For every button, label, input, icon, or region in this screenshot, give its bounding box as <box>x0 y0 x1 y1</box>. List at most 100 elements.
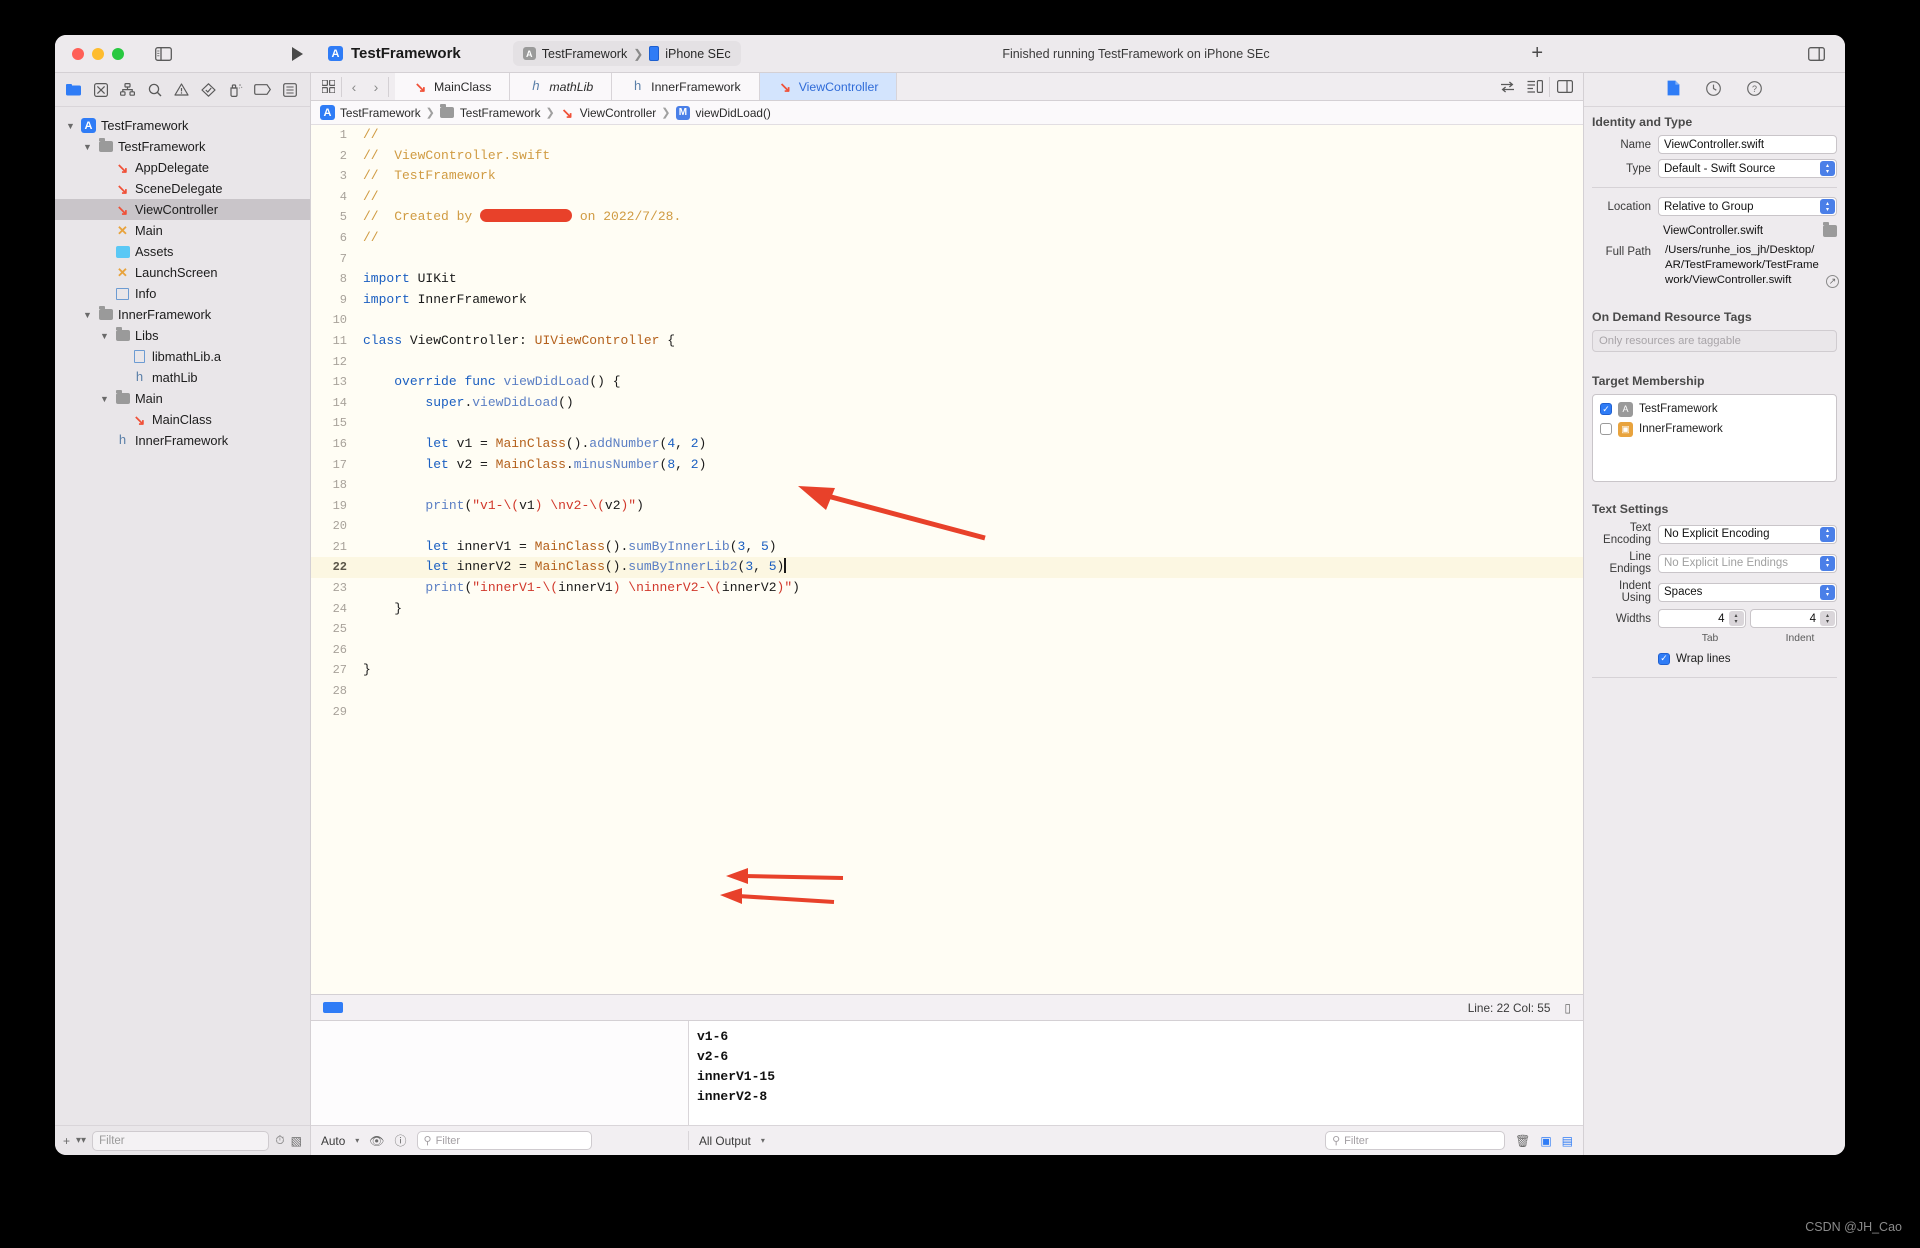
chevron-updown-icon[interactable]: ▴ ▾ <box>1820 199 1835 214</box>
navigator-item[interactable]: Info <box>55 283 310 304</box>
code-line-content[interactable] <box>357 352 371 373</box>
navigator-item[interactable]: h InnerFramework <box>55 430 310 451</box>
code-line[interactable]: 3 // TestFramework <box>311 166 1583 187</box>
code-line-content[interactable]: // TestFramework <box>357 166 496 187</box>
disclosure-triangle-icon[interactable]: ▼ <box>99 394 110 404</box>
location-select[interactable]: Relative to Group <box>1658 197 1837 216</box>
code-line[interactable]: 29 <box>311 702 1583 723</box>
checkbox-checked-icon[interactable]: ✓ <box>1600 403 1612 415</box>
reveal-in-finder-icon[interactable]: ↗ <box>1826 275 1839 288</box>
report-navigator-icon[interactable] <box>277 78 302 102</box>
toggle-console-pane-icon[interactable]: ▤ <box>1562 1134 1573 1148</box>
clear-console-icon[interactable]: 🗑 <box>1515 1134 1530 1148</box>
code-line[interactable]: 4 // <box>311 187 1583 208</box>
code-line[interactable]: 7 <box>311 249 1583 270</box>
editor-tab-viewcontroller[interactable]: ↘ ViewController <box>759 73 898 100</box>
code-line[interactable]: 28 <box>311 681 1583 702</box>
navigator-item[interactable]: ↘ SceneDelegate <box>55 178 310 199</box>
code-line-content[interactable]: let v1 = MainClass().addNumber(4, 2) <box>357 434 706 455</box>
code-line[interactable]: 14 super.viewDidLoad() <box>311 393 1583 414</box>
navigator-item[interactable]: ↘ MainClass <box>55 409 310 430</box>
back-button[interactable]: ‹ <box>344 79 364 95</box>
code-line-content[interactable] <box>357 310 371 331</box>
code-line[interactable]: 10 <box>311 310 1583 331</box>
disclosure-triangle-icon[interactable]: ▼ <box>65 121 76 131</box>
disclosure-triangle-icon[interactable]: ▼ <box>99 331 110 341</box>
code-line[interactable]: 18 <box>311 475 1583 496</box>
debug-navigator-icon[interactable] <box>223 78 248 102</box>
chevron-updown-icon[interactable]: ▴ ▾ <box>1820 161 1835 176</box>
code-line-content[interactable]: override func viewDidLoad() { <box>357 372 620 393</box>
navigator-item[interactable]: ▼ A TestFramework <box>55 115 310 136</box>
code-line-content[interactable]: let innerV2 = MainClass().sumByInnerLib2… <box>357 557 786 578</box>
navigator-item[interactable]: h mathLib <box>55 367 310 388</box>
variables-view[interactable] <box>311 1021 689 1125</box>
info-icon[interactable]: ⓘ <box>395 1132 407 1149</box>
code-line[interactable]: 5 // Created by on 2022/7/28. <box>311 207 1583 228</box>
code-line-content[interactable]: // <box>357 187 379 208</box>
editor-tab-innerframework[interactable]: h InnerFramework <box>612 73 760 100</box>
breadcrumb-item[interactable]: ↘ ViewController <box>560 105 656 120</box>
chevron-updown-icon[interactable]: ▴ ▾ <box>1820 555 1835 571</box>
code-line-content[interactable] <box>357 249 371 270</box>
editor-tabs[interactable]: ↘ MainClass h mathLib h InnerFramework ↘ ViewCo… <box>395 73 1489 100</box>
project-navigator-icon[interactable] <box>61 78 86 102</box>
quick-help-icon[interactable]: ? <box>1747 80 1762 99</box>
code-line[interactable]: 13 override func viewDidLoad() { <box>311 372 1583 393</box>
code-line-content[interactable]: } <box>357 599 402 620</box>
breadcrumb-item[interactable]: A TestFramework <box>320 105 421 120</box>
minimap-icon[interactable] <box>1522 75 1547 99</box>
type-select[interactable]: Default - Swift Source <box>1658 159 1837 178</box>
code-line-content[interactable] <box>357 619 371 640</box>
code-review-icon[interactable] <box>1495 75 1520 99</box>
code-line-content[interactable]: print("v1-\(v1) \nv2-\(v2)") <box>357 496 644 517</box>
code-lines[interactable]: 1 // 2 // ViewController.swift 3 // TestFrame… <box>311 125 1583 722</box>
code-line-content[interactable] <box>357 681 371 702</box>
console-output[interactable]: v1-6 v2-6 innerV1-15 innerV2-8 <box>689 1021 1583 1125</box>
source-control-filter-icon[interactable]: ▧ <box>291 1134 302 1148</box>
code-line[interactable]: 23 print("innerV1-\(innerV1) \ninnerV2-\… <box>311 578 1583 599</box>
disclosure-triangle-icon[interactable]: ▼ <box>82 142 93 152</box>
code-line-content[interactable]: } <box>357 660 371 681</box>
find-navigator-icon[interactable] <box>142 78 167 102</box>
watch-icon[interactable]: 👁 <box>369 1134 384 1148</box>
code-line-content[interactable]: // ViewController.swift <box>357 146 550 167</box>
indent-select[interactable]: Spaces <box>1658 582 1837 602</box>
wrap-lines-toggle[interactable]: ✓ Wrap lines <box>1658 652 1731 665</box>
forward-button[interactable]: › <box>366 79 386 95</box>
endings-select[interactable]: No Explicit Line Endings <box>1658 553 1837 573</box>
file-inspector-icon[interactable] <box>1667 80 1680 99</box>
navigator-item[interactable]: ↘ ViewController <box>55 199 310 220</box>
code-line-content[interactable] <box>357 702 371 723</box>
toggle-inspector-icon[interactable] <box>1803 43 1829 65</box>
code-line[interactable]: 21 let innerV1 = MainClass().sumByInnerL… <box>311 537 1583 558</box>
scheme-destination-chip[interactable]: A TestFramework ❯ iPhone SEc <box>512 41 741 66</box>
run-button[interactable] <box>276 46 318 61</box>
code-line[interactable]: 24 } <box>311 599 1583 620</box>
code-line-content[interactable]: let v2 = MainClass.minusNumber(8, 2) <box>357 455 706 476</box>
navigator-item[interactable]: ↘ AppDelegate <box>55 157 310 178</box>
navigator-item[interactable]: ▼ TestFramework <box>55 136 310 157</box>
tab-width-stepper[interactable]: ▴ ▾ <box>1728 611 1744 626</box>
code-line[interactable]: 26 <box>311 640 1583 661</box>
editor-tab-mathlib[interactable]: h mathLib <box>510 73 613 100</box>
history-inspector-icon[interactable] <box>1706 80 1721 99</box>
filter-options-icon[interactable]: ▾▾ <box>76 1135 86 1146</box>
chevron-updown-icon[interactable]: ▴ ▾ <box>1820 584 1835 600</box>
toggle-navigator-icon[interactable] <box>150 43 176 65</box>
editor-tab-mainclass[interactable]: ↘ MainClass <box>395 73 511 100</box>
navigator-item[interactable]: libmathLib.a <box>55 346 310 367</box>
code-line[interactable]: 9 import InnerFramework <box>311 290 1583 311</box>
code-line[interactable]: 8 import UIKit <box>311 269 1583 290</box>
variables-scope-label[interactable]: Auto <box>321 1134 345 1148</box>
odrt-field[interactable]: Only resources are taggable <box>1592 330 1837 352</box>
recent-files-icon[interactable]: ⏱ <box>275 1133 284 1148</box>
navigator-filter-input[interactable]: Filter <box>92 1130 270 1151</box>
code-line[interactable]: 16 let v1 = MainClass().addNumber(4, 2) <box>311 434 1583 455</box>
console-filter-input[interactable]: ⚲ Filter <box>1325 1131 1506 1150</box>
code-line[interactable]: 6 // <box>311 228 1583 249</box>
breadcrumb-item[interactable]: TestFramework <box>440 104 541 120</box>
code-line-content[interactable] <box>357 475 371 496</box>
chevron-down-icon[interactable]: ▾ <box>355 1136 359 1145</box>
code-line-content[interactable]: import UIKit <box>357 269 457 290</box>
